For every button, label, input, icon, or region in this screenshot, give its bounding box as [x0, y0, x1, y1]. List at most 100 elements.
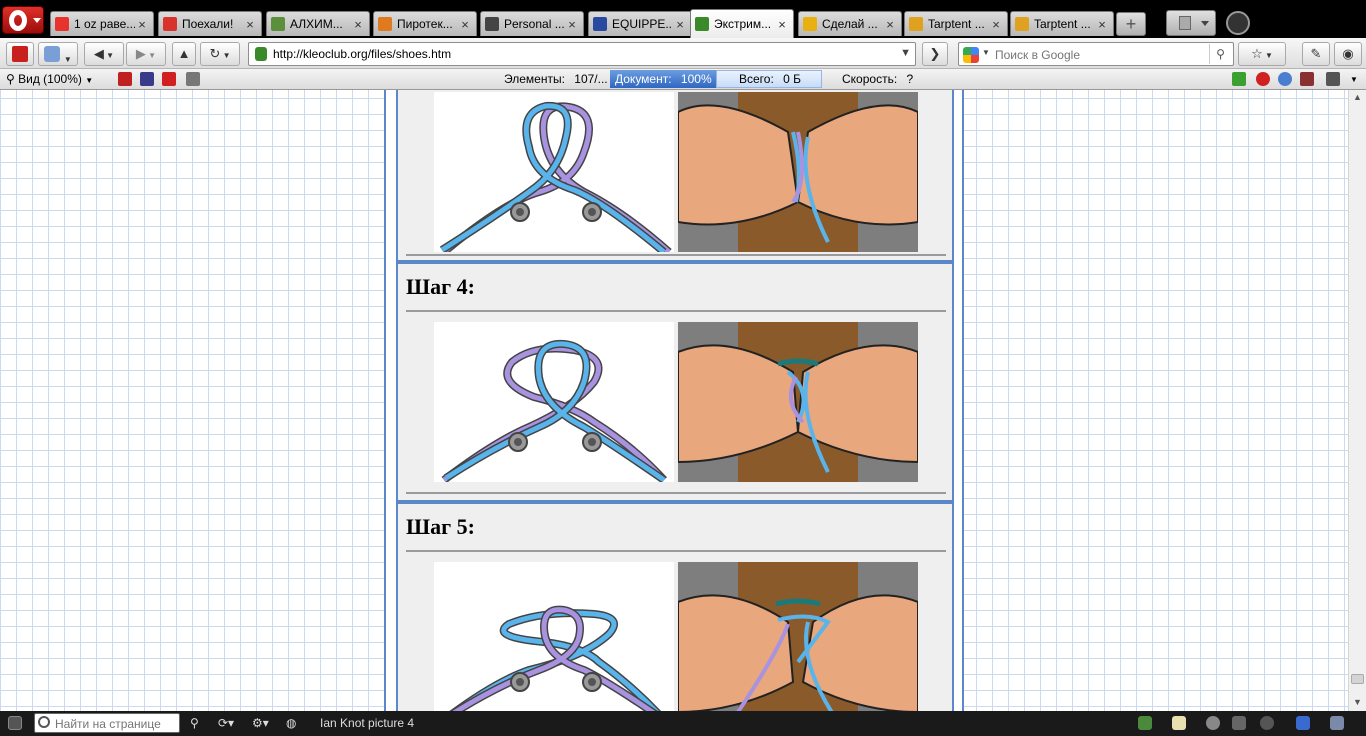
close-icon[interactable]: ×: [1095, 17, 1109, 32]
bookmark-button[interactable]: ☆ ▼: [1238, 42, 1286, 66]
speed-value: ?: [906, 72, 914, 86]
divider: [406, 492, 946, 494]
tab-label: Tarptent ...: [928, 17, 985, 31]
browser-tab[interactable]: Сделай ... ×: [798, 11, 902, 36]
browser-tab[interactable]: Пиротек... ×: [373, 11, 477, 36]
lace-diagram: [434, 562, 674, 711]
step-panel: [396, 90, 954, 262]
eye-button[interactable]: ◉: [1334, 42, 1362, 66]
adblock-button[interactable]: [6, 42, 34, 66]
chevron-down-icon: ▼: [220, 51, 231, 60]
close-icon[interactable]: ×: [135, 17, 149, 32]
search-icon[interactable]: ⚲: [1209, 44, 1231, 64]
divider: [406, 550, 946, 552]
go-button[interactable]: ❯: [922, 42, 948, 66]
tab-label: Поехали!: [182, 17, 234, 31]
share-icon[interactable]: ⚙▾: [252, 716, 269, 730]
wand-small-icon[interactable]: [140, 72, 154, 86]
view-icon[interactable]: [1330, 716, 1344, 730]
browser-tab[interactable]: Поехали! ×: [158, 11, 262, 36]
wand-button[interactable]: ▼: [38, 42, 78, 66]
article-column: Шаг 4: Шаг 5:: [384, 90, 964, 711]
opera-logo-icon: [9, 10, 27, 31]
print-icon[interactable]: [1326, 72, 1340, 86]
page-viewport[interactable]: Шаг 4: Шаг 5:: [0, 90, 1348, 711]
speed-label: Скорость:: [842, 72, 898, 86]
youtube-icon[interactable]: [162, 72, 176, 86]
turbo-icon[interactable]: [1206, 716, 1220, 730]
update-arrow-icon[interactable]: [1232, 72, 1246, 86]
close-icon[interactable]: ×: [989, 17, 1003, 32]
opera-small-icon[interactable]: [1256, 72, 1270, 86]
close-icon[interactable]: ×: [243, 17, 257, 32]
colors-icon[interactable]: [1296, 716, 1310, 730]
reload-button[interactable]: ↻ ▼: [200, 42, 240, 66]
settings-sliders-icon[interactable]: [1300, 72, 1314, 86]
tab-label: Пиротек...: [397, 17, 453, 31]
browser-tab[interactable]: Экстрим... ×: [690, 9, 794, 38]
key-icon: [44, 46, 61, 62]
close-icon[interactable]: ×: [883, 17, 897, 32]
close-icon[interactable]: ×: [458, 17, 472, 32]
address-url[interactable]: http://kleoclub.org/files/shoes.htm: [273, 47, 451, 61]
back-button[interactable]: ◀ ▼: [84, 42, 124, 66]
step-illustration: [434, 562, 918, 711]
layout-icon[interactable]: [1138, 716, 1152, 730]
chevron-down-icon[interactable]: ▼: [900, 47, 911, 59]
close-icon[interactable]: ×: [673, 17, 687, 32]
close-icon[interactable]: ×: [565, 17, 579, 32]
browser-tab[interactable]: Personal ... ×: [480, 11, 584, 36]
opera-menu-button[interactable]: [2, 6, 44, 34]
browser-tab[interactable]: АЛХИМ... ×: [266, 11, 370, 36]
chevron-down-icon: [33, 18, 41, 23]
scroll-thumb[interactable]: [1351, 674, 1364, 684]
browser-tab[interactable]: EQUIPPE... ×: [588, 11, 692, 36]
browser-tab[interactable]: Tarptent ... ×: [1010, 11, 1114, 36]
adblock-small-icon[interactable]: [118, 72, 132, 86]
closed-tabs-trash-button[interactable]: [1166, 10, 1216, 36]
find-in-page-field[interactable]: [34, 713, 180, 733]
close-icon[interactable]: ×: [775, 17, 789, 32]
document-icon[interactable]: [1172, 716, 1186, 730]
step-title: Шаг 4:: [406, 274, 475, 299]
notes-button[interactable]: ✎: [1302, 42, 1330, 66]
history-clock-icon[interactable]: [1226, 11, 1250, 35]
elements-status: Элементы: 107/...: [504, 72, 608, 86]
chevron-down-icon[interactable]: ▼: [1350, 75, 1358, 84]
site-favicon-icon: [255, 47, 267, 61]
scroll-up-arrow-icon[interactable]: ▲: [1353, 93, 1363, 102]
tab-favicon-icon: [695, 17, 709, 31]
browser-tab[interactable]: Tarptent ... ×: [904, 11, 1008, 36]
browser-tab[interactable]: 1 oz раве... ×: [50, 11, 154, 36]
chevron-down-icon[interactable]: ▼: [982, 48, 990, 57]
divider: [406, 310, 946, 312]
find-input[interactable]: [55, 716, 177, 731]
search-field[interactable]: ▼ ⚲: [958, 42, 1234, 66]
total-progress: Всего: 0 Б: [716, 70, 822, 88]
reload-icon: ↻: [209, 46, 221, 61]
vertical-scrollbar[interactable]: ▲ ▼: [1348, 90, 1366, 711]
dots-icon[interactable]: [1278, 72, 1292, 86]
sync-icon[interactable]: ⟳▾: [218, 716, 234, 730]
scroll-down-arrow-icon[interactable]: ▼: [1353, 698, 1363, 707]
panel-toggle-icon[interactable]: [8, 716, 22, 730]
elements-label: Элементы:: [504, 72, 565, 86]
eye-icon: ◉: [1342, 46, 1354, 61]
close-icon[interactable]: ×: [351, 17, 365, 32]
new-tab-button[interactable]: +: [1116, 12, 1146, 36]
chevron-down-icon: ▼: [63, 55, 72, 64]
fullscreen-icon[interactable]: [1232, 716, 1246, 730]
zoom-label: Вид (100%): [18, 72, 82, 86]
step-title: Шаг 5:: [406, 514, 475, 539]
zoom-icon[interactable]: ⚲: [190, 716, 199, 730]
up-button[interactable]: ▲: [172, 42, 196, 66]
globe-icon[interactable]: ◍: [286, 716, 296, 730]
google-icon[interactable]: [963, 47, 979, 63]
wrench-icon[interactable]: [186, 72, 200, 86]
zoom-control[interactable]: ⚲ Вид (100%) ▼: [6, 72, 93, 86]
info-icon[interactable]: [1260, 716, 1274, 730]
forward-button[interactable]: ▶ ▼: [126, 42, 166, 66]
address-bar[interactable]: http://kleoclub.org/files/shoes.htm ▼: [248, 42, 916, 66]
chevron-down-icon: ▼: [85, 76, 94, 85]
search-input[interactable]: [995, 46, 1205, 63]
